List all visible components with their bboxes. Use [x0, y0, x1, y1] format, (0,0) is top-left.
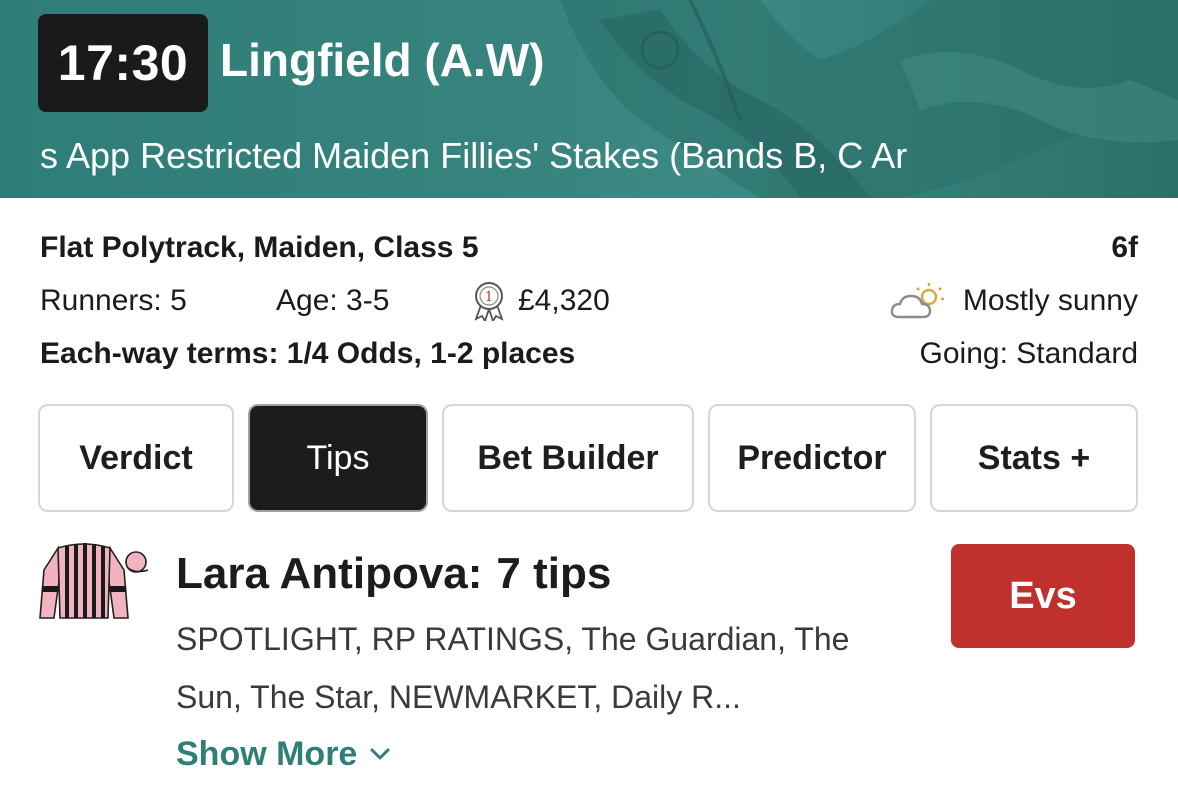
tab-predictor[interactable]: Predictor — [708, 404, 916, 512]
tips-count: 7 tips — [496, 549, 612, 598]
horse-name: Lara Antipova: — [176, 549, 483, 598]
jockey-silks-icon — [39, 543, 149, 619]
partly-sunny-icon — [890, 283, 944, 319]
rosette-icon: 1 — [474, 282, 504, 321]
tab-bet-builder[interactable]: Bet Builder — [442, 404, 694, 512]
race-header-banner: 17:30 Lingfield (A.W) s App Restricted M… — [0, 0, 1178, 198]
svg-text:1: 1 — [485, 290, 493, 305]
each-way-terms: Each-way terms: 1/4 Odds, 1-2 places — [40, 337, 576, 370]
race-title-marquee: s App Restricted Maiden Fillies' Stakes … — [40, 135, 908, 176]
weather: Mostly sunny — [889, 281, 1138, 321]
tip-horse-title: Lara Antipova: 7 tips — [176, 544, 611, 604]
race-distance: 6f — [1111, 231, 1138, 264]
terms-row: Each-way terms: 1/4 Odds, 1-2 places Goi… — [40, 334, 1138, 374]
age-range: Age: 3-5 — [276, 284, 390, 317]
tab-stats[interactable]: Stats + — [930, 404, 1138, 512]
race-type-row: Flat Polytrack, Maiden, Class 5 6f — [40, 228, 1138, 268]
chevron-down-icon — [370, 748, 390, 760]
runners-count: Runners: 5 — [40, 284, 187, 317]
race-type: Flat Polytrack, Maiden, Class 5 — [40, 231, 479, 264]
odds-button[interactable]: Evs — [951, 544, 1135, 648]
show-more-label: Show More — [176, 735, 358, 773]
course-name: Lingfield (A.W) — [220, 34, 545, 86]
race-details-row: Runners: 5 Age: 3-5 1 £4,320 Mostly sunn… — [40, 281, 1138, 321]
going: Going: Standard — [919, 337, 1138, 370]
tab-verdict[interactable]: Verdict — [38, 404, 234, 512]
weather-text: Mostly sunny — [962, 284, 1138, 317]
race-tabs: Verdict Tips Bet Builder Predictor Stats… — [38, 404, 1138, 514]
race-time-badge: 17:30 — [38, 14, 208, 112]
prize-money: 1 £4,320 — [472, 281, 610, 321]
prize-amount: £4,320 — [518, 284, 610, 317]
tipsters-list: SPOTLIGHT, RP RATINGS, The Guardian, The… — [176, 621, 850, 715]
show-more-link[interactable]: Show More — [176, 728, 391, 780]
tab-tips[interactable]: Tips — [248, 404, 428, 512]
